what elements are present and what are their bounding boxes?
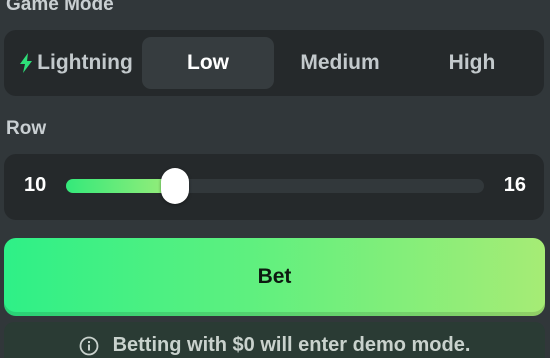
row-slider-panel: 10 16 (4, 154, 544, 220)
tab-lightning[interactable]: Lightning (10, 37, 142, 89)
info-icon (79, 336, 99, 356)
tab-high[interactable]: High (406, 37, 538, 89)
tab-low-label: Low (187, 51, 229, 74)
demo-mode-notice: Betting with $0 will enter demo mode. (4, 322, 545, 358)
tab-high-label: High (448, 51, 496, 74)
tab-lightning-label: Lightning (37, 51, 133, 74)
row-slider-thumb[interactable] (160, 168, 189, 204)
tab-medium[interactable]: Medium (274, 37, 406, 89)
bolt-icon (19, 53, 33, 73)
game-controls: Game Mode Lightning Low Medium High Row … (0, 0, 550, 358)
tab-medium-label: Medium (300, 51, 380, 74)
game-mode-label: Game Mode (6, 0, 114, 15)
tab-low[interactable]: Low (142, 37, 274, 89)
row-min-value: 10 (24, 174, 47, 196)
row-max-value: 16 (503, 174, 526, 196)
bet-button[interactable]: Bet (4, 238, 545, 316)
row-slider-fill (66, 179, 175, 193)
game-mode-selector: Lightning Low Medium High (4, 30, 544, 96)
row-slider-track[interactable] (66, 168, 484, 204)
demo-mode-notice-text: Betting with $0 will enter demo mode. (112, 334, 471, 356)
row-label: Row (6, 118, 47, 139)
